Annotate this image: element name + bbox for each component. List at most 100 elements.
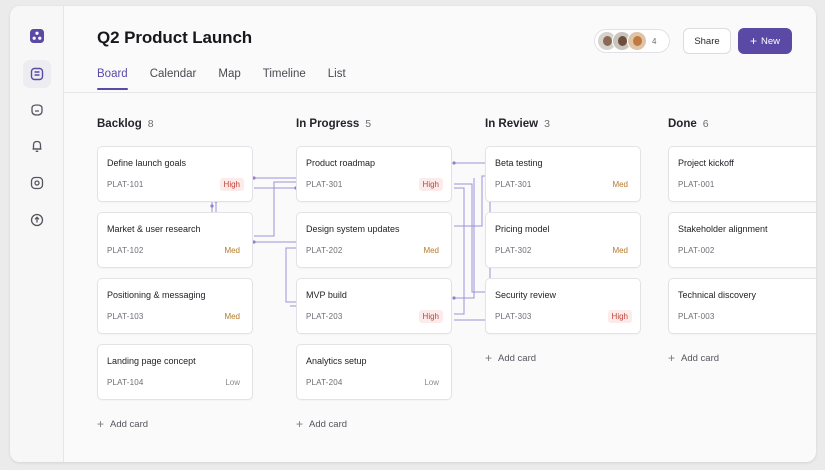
priority-badge: High xyxy=(418,310,443,323)
task-card[interactable]: Project kickoff PLAT-001 xyxy=(668,146,816,202)
card-title: Analytics setup xyxy=(306,356,367,366)
plus-icon: + xyxy=(485,351,493,365)
column-header: Backlog 8 xyxy=(97,118,154,130)
task-card[interactable]: Technical discovery PLAT-003 xyxy=(668,278,816,334)
card-title: Design system updates xyxy=(306,224,400,234)
card-title: MVP build xyxy=(306,290,347,300)
task-card[interactable]: Positioning & messaging PLAT-103 Med xyxy=(97,278,253,334)
card-title: Positioning & messaging xyxy=(107,290,206,300)
task-card[interactable]: Landing page concept PLAT-104 Low xyxy=(97,344,253,400)
task-card[interactable]: Define launch goals PLAT-101 High xyxy=(97,146,253,202)
card-id: PLAT-003 xyxy=(678,312,715,321)
card-id: PLAT-002 xyxy=(678,246,715,255)
view-tabs: Board Calendar Map Timeline List xyxy=(97,68,346,90)
tab-board[interactable]: Board xyxy=(97,68,128,90)
plus-icon: + xyxy=(296,417,304,431)
priority-badge: Med xyxy=(224,246,240,255)
priority-badge: High xyxy=(418,178,443,191)
column-name: In Progress xyxy=(296,118,360,130)
upload-icon[interactable] xyxy=(23,206,51,234)
board-icon[interactable] xyxy=(23,60,51,88)
card-id: PLAT-104 xyxy=(107,378,144,387)
add-card-button[interactable]: + Add card xyxy=(97,418,148,430)
plus-icon: + xyxy=(668,351,676,365)
plus-icon: + xyxy=(749,34,757,48)
icon-rail xyxy=(10,6,64,462)
task-card[interactable]: Product roadmap PLAT-301 High xyxy=(296,146,452,202)
priority-badge: Low xyxy=(424,378,439,387)
column-header: In Progress 5 xyxy=(296,118,371,130)
card-id: PLAT-301 xyxy=(306,180,343,189)
column-count: 8 xyxy=(147,118,154,130)
task-card[interactable]: Stakeholder alignment PLAT-002 xyxy=(668,212,816,268)
new-button[interactable]: + New xyxy=(738,28,792,54)
main-area: Q2 Product Launch 4 Share + New Board Ca… xyxy=(64,6,816,462)
card-title: Project kickoff xyxy=(678,158,734,168)
column-header: Done 6 xyxy=(668,118,709,130)
workspace-logo-icon[interactable] xyxy=(23,22,51,50)
settings-icon[interactable] xyxy=(23,169,51,197)
add-card-button[interactable]: + Add card xyxy=(296,418,347,430)
new-button-label: New xyxy=(761,35,781,47)
task-card[interactable]: Security review PLAT-303 High xyxy=(485,278,641,334)
card-id: PLAT-102 xyxy=(107,246,144,255)
card-title: Market & user research xyxy=(107,224,201,234)
card-title: Security review xyxy=(495,290,557,300)
add-card-button[interactable]: + Add card xyxy=(485,352,536,364)
page-title: Q2 Product Launch xyxy=(97,28,253,47)
priority-badge: Med xyxy=(612,180,628,189)
add-card-label: Add card xyxy=(309,418,348,430)
tab-calendar[interactable]: Calendar xyxy=(150,68,197,90)
priority-badge: High xyxy=(607,310,632,323)
card-id: PLAT-203 xyxy=(306,312,343,321)
tab-list[interactable]: List xyxy=(328,68,346,90)
card-title: Pricing model xyxy=(495,224,550,234)
card-id: PLAT-001 xyxy=(678,180,715,189)
add-card-label: Add card xyxy=(681,352,720,364)
tabs-divider xyxy=(64,92,816,93)
priority-badge: Med xyxy=(423,246,439,255)
card-title: Beta testing xyxy=(495,158,543,168)
card-title: Landing page concept xyxy=(107,356,196,366)
priority-badge: Med xyxy=(612,246,628,255)
card-title: Define launch goals xyxy=(107,158,187,168)
column-count: 3 xyxy=(544,118,550,130)
column-count: 5 xyxy=(365,118,372,130)
notifications-icon[interactable] xyxy=(23,132,51,160)
task-card[interactable]: Design system updates PLAT-202 Med xyxy=(296,212,452,268)
member-count: 4 xyxy=(652,36,657,46)
avatar xyxy=(627,31,647,51)
task-card[interactable]: Market & user research PLAT-102 Med xyxy=(97,212,253,268)
task-card[interactable]: MVP build PLAT-203 High xyxy=(296,278,452,334)
card-id: PLAT-204 xyxy=(306,378,343,387)
card-id: PLAT-202 xyxy=(306,246,343,255)
card-id: PLAT-101 xyxy=(107,180,144,189)
share-button[interactable]: Share xyxy=(683,28,731,54)
tab-map[interactable]: Map xyxy=(218,68,240,90)
plus-icon: + xyxy=(97,417,105,431)
inbox-icon[interactable] xyxy=(23,96,51,124)
app-window: Q2 Product Launch 4 Share + New Board Ca… xyxy=(10,6,816,462)
task-card[interactable]: Beta testing PLAT-301 Med xyxy=(485,146,641,202)
card-id: PLAT-301 xyxy=(495,180,532,189)
column-name: Done xyxy=(668,118,697,130)
task-card[interactable]: Analytics setup PLAT-204 Low xyxy=(296,344,452,400)
task-card[interactable]: Pricing model PLAT-302 Med xyxy=(485,212,641,268)
card-title: Product roadmap xyxy=(306,158,376,168)
priority-badge: Med xyxy=(224,312,240,321)
column-header: In Review 3 xyxy=(485,118,550,130)
card-title: Stakeholder alignment xyxy=(678,224,768,234)
tab-timeline[interactable]: Timeline xyxy=(263,68,306,90)
priority-badge: Low xyxy=(225,378,240,387)
card-id: PLAT-302 xyxy=(495,246,532,255)
column-count: 6 xyxy=(702,118,709,130)
member-avatars[interactable]: 4 xyxy=(594,29,670,53)
card-title: Technical discovery xyxy=(678,290,757,300)
card-id: PLAT-303 xyxy=(495,312,532,321)
priority-badge: High xyxy=(219,178,244,191)
column-name: In Review xyxy=(485,118,539,130)
column-name: Backlog xyxy=(97,118,142,130)
card-id: PLAT-103 xyxy=(107,312,144,321)
add-card-button[interactable]: + Add card xyxy=(668,352,719,364)
add-card-label: Add card xyxy=(498,352,537,364)
